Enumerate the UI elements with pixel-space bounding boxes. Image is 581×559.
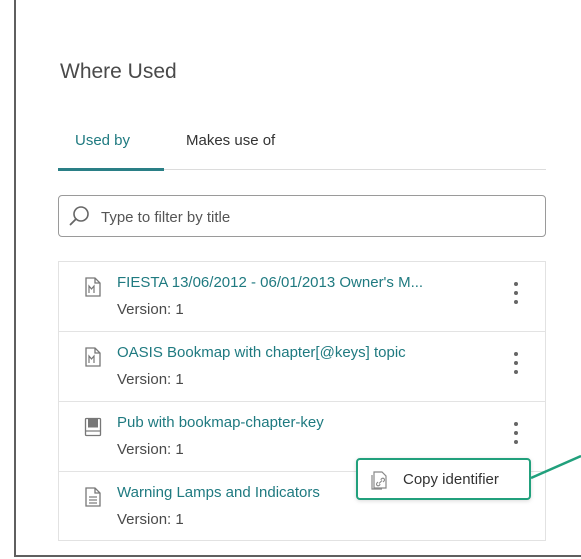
item-title[interactable]: OASIS Bookmap with chapter[@keys] topic bbox=[117, 344, 406, 361]
list-item[interactable]: FIESTA 13/06/2012 - 06/01/2013 Owner's M… bbox=[59, 262, 545, 332]
filter-box bbox=[58, 195, 546, 237]
item-version: Version: 1 bbox=[117, 301, 184, 318]
more-options-button[interactable] bbox=[509, 282, 523, 312]
tab-bar-divider bbox=[164, 169, 546, 170]
tab-bar: Used by Makes use of bbox=[58, 122, 546, 172]
item-title[interactable]: Warning Lamps and Indicators bbox=[117, 484, 320, 501]
tab-used-by[interactable]: Used by bbox=[75, 132, 130, 149]
item-version: Version: 1 bbox=[117, 441, 184, 458]
copy-identifier-menu-item[interactable]: Copy identifier bbox=[356, 458, 531, 500]
more-options-button[interactable] bbox=[509, 352, 523, 382]
item-version: Version: 1 bbox=[117, 371, 184, 388]
item-title[interactable]: Pub with bookmap-chapter-key bbox=[117, 414, 324, 431]
list-item[interactable]: OASIS Bookmap with chapter[@keys] topic … bbox=[59, 332, 545, 402]
copy-link-icon bbox=[371, 471, 387, 490]
bookmap-icon bbox=[85, 347, 101, 367]
tab-makes-use-of[interactable]: Makes use of bbox=[186, 132, 275, 149]
copy-identifier-label: Copy identifier bbox=[403, 471, 499, 488]
topic-icon bbox=[85, 487, 101, 507]
item-title[interactable]: FIESTA 13/06/2012 - 06/01/2013 Owner's M… bbox=[117, 274, 423, 291]
search-icon bbox=[69, 206, 89, 226]
item-version: Version: 1 bbox=[117, 511, 184, 528]
callout-line bbox=[531, 454, 581, 480]
bookmap-icon bbox=[85, 277, 101, 297]
active-tab-indicator bbox=[58, 168, 164, 171]
filter-input[interactable] bbox=[99, 204, 533, 230]
publication-icon bbox=[84, 417, 102, 437]
panel-title: Where Used bbox=[60, 60, 177, 83]
more-options-button[interactable] bbox=[509, 422, 523, 452]
